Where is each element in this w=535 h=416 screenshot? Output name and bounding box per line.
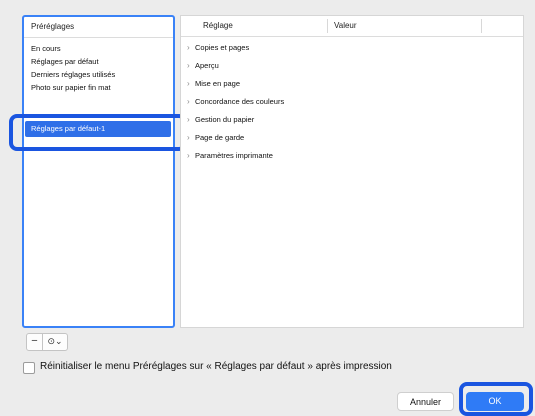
- setting-row-paper-handling[interactable]: › Gestion du papier: [187, 113, 254, 126]
- remove-preset-button[interactable]: −: [27, 334, 43, 350]
- ok-button-callout: [459, 382, 533, 416]
- setting-row-copies[interactable]: › Copies et pages: [187, 41, 249, 54]
- preset-item-photo-mat[interactable]: Photo sur papier fin mat: [28, 81, 169, 94]
- selected-preset-callout: [9, 114, 187, 151]
- reset-presets-checkbox[interactable]: [23, 362, 35, 374]
- setting-row-printer-settings[interactable]: › Paramètres imprimante: [187, 149, 273, 162]
- cancel-button[interactable]: Annuler: [397, 392, 454, 411]
- chevron-right-icon[interactable]: ›: [187, 41, 195, 54]
- setting-row-preview[interactable]: › Aperçu: [187, 59, 219, 72]
- column-divider: [327, 19, 328, 33]
- chevron-right-icon[interactable]: ›: [187, 113, 195, 126]
- setting-row-cover-page[interactable]: › Page de garde: [187, 131, 244, 144]
- actions-menu-button[interactable]: ⊙⌄: [43, 334, 67, 350]
- presets-header: Préréglages: [24, 17, 173, 38]
- column-divider: [481, 19, 482, 33]
- preset-item-current[interactable]: En cours: [28, 42, 169, 55]
- presets-list[interactable]: Préréglages En cours Réglages par défaut…: [22, 15, 175, 328]
- reset-presets-label[interactable]: Réinitialiser le menu Préréglages sur « …: [40, 360, 392, 374]
- preset-item-default[interactable]: Réglages par défaut: [28, 55, 169, 68]
- chevron-right-icon[interactable]: ›: [187, 59, 195, 72]
- chevron-right-icon[interactable]: ›: [187, 95, 195, 108]
- settings-table: Réglage Valeur › Copies et pages › Aperçu …: [180, 15, 524, 328]
- chevron-right-icon[interactable]: ›: [187, 77, 195, 90]
- setting-row-color-matching[interactable]: › Concordance des couleurs: [187, 95, 284, 108]
- settings-header: Réglage Valeur: [181, 16, 523, 37]
- setting-row-layout[interactable]: › Mise en page: [187, 77, 240, 90]
- preset-item-last-used[interactable]: Derniers réglages utilisés: [28, 68, 169, 81]
- preset-controls: − ⊙⌄: [26, 333, 68, 351]
- column-setting-header[interactable]: Réglage: [203, 16, 233, 36]
- chevron-right-icon[interactable]: ›: [187, 149, 195, 162]
- chevron-right-icon[interactable]: ›: [187, 131, 195, 144]
- column-value-header[interactable]: Valeur: [334, 16, 357, 36]
